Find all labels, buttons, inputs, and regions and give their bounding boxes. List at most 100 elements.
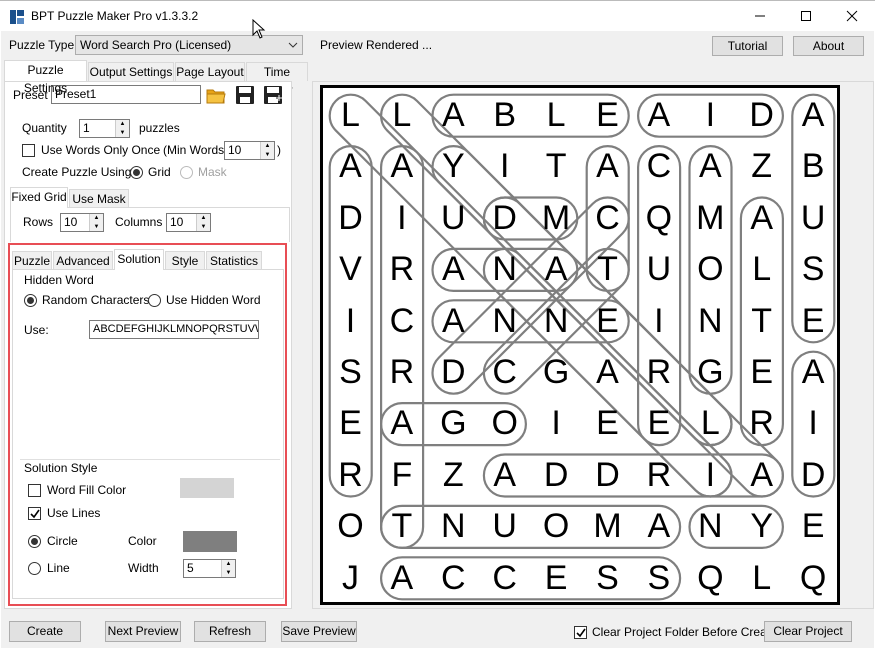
grid-cell: C bbox=[492, 353, 517, 391]
grid-cell: U bbox=[800, 198, 826, 237]
window-title: BPT Puzzle Maker Pro v1.3.3.2 bbox=[31, 9, 199, 23]
grid-cell: D bbox=[492, 198, 517, 237]
save-icon[interactable] bbox=[234, 84, 256, 109]
grid-cell: I bbox=[705, 96, 716, 134]
tab-time-saver[interactable]: Time Saver bbox=[246, 62, 308, 97]
save-preview-button[interactable]: Save Preview bbox=[281, 621, 357, 642]
min-words-stepper[interactable]: 10 ▲ ▼ bbox=[224, 141, 275, 160]
grid-cell: S bbox=[596, 558, 619, 597]
grid-cell: Z bbox=[442, 455, 464, 494]
preset-input[interactable]: Preset1 bbox=[51, 85, 201, 104]
min-words-value: 10 bbox=[228, 143, 242, 157]
grid-cell: J bbox=[342, 558, 359, 597]
grid-cell: L bbox=[341, 96, 360, 134]
grid-cell: S bbox=[801, 250, 825, 289]
tab-puzzle-settings[interactable]: Puzzle Settings bbox=[4, 60, 87, 95]
grid-cell: Q bbox=[799, 558, 827, 597]
rows-label: Rows bbox=[23, 215, 54, 229]
grid-cell: A bbox=[750, 198, 774, 237]
grid-cell: I bbox=[499, 147, 510, 186]
close-icon[interactable] bbox=[829, 1, 875, 32]
grid-cell: N bbox=[698, 301, 723, 340]
grid-cell: I bbox=[551, 404, 561, 443]
grid-cell: T bbox=[597, 250, 618, 289]
next-preview-button[interactable]: Next Preview bbox=[105, 621, 181, 642]
columns-stepper[interactable]: 10 ▲ ▼ bbox=[166, 213, 211, 232]
grid-cell: U bbox=[441, 198, 466, 237]
grid-cell: Y bbox=[750, 507, 774, 546]
down-arrow-icon[interactable]: ▼ bbox=[116, 129, 129, 138]
maximize-icon[interactable] bbox=[783, 1, 829, 32]
minimize-icon[interactable] bbox=[737, 1, 783, 32]
grid-cell: N bbox=[543, 301, 569, 340]
up-arrow-icon[interactable]: ▲ bbox=[261, 142, 274, 151]
down-arrow-icon[interactable]: ▼ bbox=[90, 223, 103, 232]
refresh-button[interactable]: Refresh bbox=[194, 621, 266, 642]
quantity-stepper[interactable]: 1 ▲ ▼ bbox=[79, 119, 130, 138]
grid-cell: D bbox=[543, 455, 569, 494]
rows-spinner[interactable]: ▲ ▼ bbox=[89, 214, 103, 231]
tab-output-settings[interactable]: Output Settings bbox=[88, 62, 174, 81]
tab-fixed-grid[interactable]: Fixed Grid bbox=[10, 187, 68, 208]
grid-cell: T bbox=[391, 507, 413, 546]
rows-stepper[interactable]: 10 ▲ ▼ bbox=[60, 213, 104, 232]
grid-cell: L bbox=[752, 558, 772, 597]
create-using-label: Create Puzzle Using: bbox=[22, 165, 135, 179]
grid-cell: E bbox=[596, 96, 619, 134]
up-arrow-icon[interactable]: ▲ bbox=[197, 214, 210, 223]
checkbox-box[interactable] bbox=[22, 144, 35, 158]
min-words-spinner[interactable]: ▲ ▼ bbox=[260, 142, 274, 159]
create-button[interactable]: Create bbox=[9, 621, 81, 642]
puzzle-type-select[interactable]: Word Search Pro (Licensed) bbox=[75, 35, 303, 55]
up-arrow-icon[interactable]: ▲ bbox=[90, 214, 103, 223]
grid-cell: N bbox=[698, 507, 723, 546]
quantity-spinner[interactable]: ▲ ▼ bbox=[115, 120, 129, 137]
use-words-once-checkbox[interactable] bbox=[22, 143, 35, 158]
grid-cell: E bbox=[801, 507, 825, 546]
grid-cell: I bbox=[654, 301, 664, 340]
grid-cell: R bbox=[749, 404, 774, 443]
tab-use-mask[interactable]: Use Mask bbox=[69, 189, 129, 208]
grid-cell: I bbox=[705, 455, 716, 494]
save-as-new-icon[interactable] bbox=[262, 84, 284, 109]
mask-radio[interactable] bbox=[180, 165, 193, 180]
radio-selected[interactable] bbox=[130, 166, 143, 180]
grid-cell: S bbox=[647, 558, 671, 597]
clear-folder-checkbox[interactable] bbox=[574, 625, 587, 640]
open-folder-icon[interactable] bbox=[205, 84, 227, 109]
grid-cell: A bbox=[390, 147, 414, 186]
grid-cell: F bbox=[391, 455, 413, 494]
grid-cell: U bbox=[646, 250, 672, 289]
grid-cell: E bbox=[647, 404, 671, 443]
grid-cell: D bbox=[441, 353, 466, 391]
radio-disabled[interactable] bbox=[180, 166, 193, 180]
columns-spinner[interactable]: ▲ ▼ bbox=[196, 214, 210, 231]
about-button[interactable]: About bbox=[793, 36, 864, 56]
grid-cell: I bbox=[345, 301, 356, 340]
grid-cell: R bbox=[338, 455, 363, 494]
grid-cell: C bbox=[441, 558, 466, 597]
grid-cell: A bbox=[647, 96, 671, 134]
grid-cell: I bbox=[808, 404, 818, 443]
grid-cell: E bbox=[339, 404, 362, 443]
grid-cell: E bbox=[750, 353, 774, 391]
grid-cell: C bbox=[646, 147, 672, 186]
grid-cell: I bbox=[397, 198, 407, 237]
down-arrow-icon[interactable]: ▼ bbox=[261, 151, 274, 160]
checkbox-box[interactable] bbox=[574, 626, 587, 640]
grid-cell: B bbox=[493, 96, 517, 134]
grid-radio[interactable] bbox=[130, 165, 143, 180]
grid-cell: A bbox=[493, 455, 517, 494]
grid-cell: C bbox=[595, 198, 620, 237]
grid-cell: A bbox=[596, 147, 619, 186]
highlight-box bbox=[8, 243, 287, 606]
grid-cell: Q bbox=[697, 558, 724, 597]
grid-cell: N bbox=[492, 301, 517, 340]
clear-project-button[interactable]: Clear Project bbox=[764, 621, 852, 642]
tab-page-layout[interactable]: Page Layout bbox=[175, 62, 245, 81]
down-arrow-icon[interactable]: ▼ bbox=[197, 223, 210, 232]
up-arrow-icon[interactable]: ▲ bbox=[116, 120, 129, 129]
tutorial-button[interactable]: Tutorial bbox=[712, 36, 783, 56]
grid-cell: A bbox=[750, 455, 774, 494]
grid-cell: A bbox=[544, 250, 568, 289]
